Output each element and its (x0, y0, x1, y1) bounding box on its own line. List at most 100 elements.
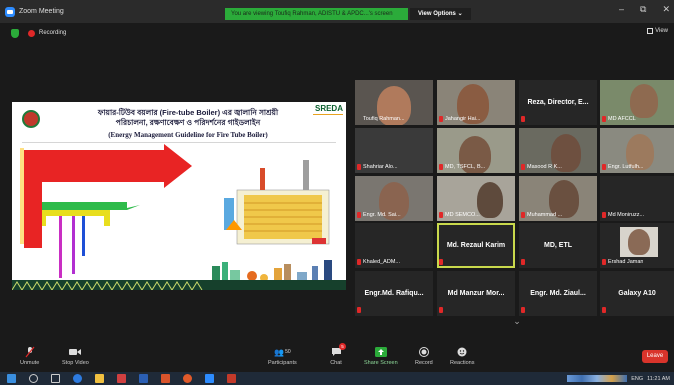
sankey-green-flow (42, 202, 140, 210)
windows-taskbar: ENG 11:21 AM (0, 372, 674, 385)
gallery-grid-icon (647, 28, 654, 34)
participant-tile[interactable]: MD, ETL (519, 223, 597, 268)
active-speaker-tile[interactable]: Md. Rezaul Karim (437, 223, 515, 268)
participant-name: MD, TSFCL, B... (445, 164, 486, 170)
edge-browser-icon[interactable] (73, 374, 82, 383)
muted-mic-icon (521, 116, 525, 122)
smiley-icon (455, 346, 469, 358)
participant-tile[interactable]: Md Moniruzz... (600, 176, 674, 221)
taskbar-app-icon[interactable] (227, 374, 236, 383)
participant-tile[interactable]: Engr. Md. Ziaul... (519, 271, 597, 316)
minimize-icon[interactable]: – (619, 4, 624, 15)
participant-name: Engr. Lutfulh... (608, 164, 644, 170)
participants-icon: 👥 50 (274, 347, 291, 357)
participant-face (628, 229, 650, 255)
muted-mic-icon (602, 164, 606, 170)
pump-icon (312, 238, 326, 244)
participant-name: Md Moniruzz... (608, 212, 645, 218)
participants-button[interactable]: 👥 50 Participants (268, 346, 297, 367)
chevron-down-icon[interactable]: ⌄ (508, 316, 526, 330)
participant-name: Ershad Jaman (608, 259, 644, 265)
participant-tile[interactable]: Khaled_ADM... (355, 223, 433, 268)
muted-mic-icon (521, 212, 525, 218)
powerpoint-icon[interactable] (117, 374, 126, 383)
participant-name: MD AFCCL (608, 116, 636, 122)
participant-video (477, 182, 503, 218)
zoom-app-icon[interactable] (205, 374, 214, 383)
sankey-input-block (24, 202, 42, 248)
sankey-main-flow (24, 144, 192, 202)
reactions-button[interactable]: Reactions (450, 346, 474, 366)
share-screen-button[interactable]: Share Screen (364, 346, 398, 366)
stop-video-button[interactable]: Stop Video (62, 346, 89, 366)
participant-name: Galaxy A10 (618, 290, 656, 297)
muted-mic-icon (357, 164, 361, 170)
slide-footer-pattern (12, 280, 346, 290)
clock[interactable]: 11:21 AM (647, 376, 670, 382)
participants-label: Participants (268, 360, 297, 366)
search-icon[interactable] (29, 374, 38, 383)
word-icon[interactable] (139, 374, 148, 383)
participant-tile[interactable]: Masood R K... (519, 128, 597, 173)
pdf-icon[interactable] (161, 374, 170, 383)
view-button[interactable]: View (647, 28, 668, 34)
chat-bubble-icon: 5 (329, 343, 346, 358)
participant-tile[interactable]: Ershad Jaman (600, 223, 674, 268)
participant-tile[interactable]: Engr. Md. Sai... (355, 176, 433, 221)
muted-mic-icon (602, 259, 606, 265)
participant-tile[interactable]: MD, TSFCL, B... (437, 128, 515, 173)
muted-mic-icon (521, 164, 525, 170)
muted-mic-icon (521, 259, 525, 265)
chat-button[interactable]: 5 Chat (329, 343, 346, 366)
participant-tile[interactable]: Toufiq Rahman... (355, 80, 433, 125)
participant-video (630, 84, 658, 118)
participant-name: Jahangir Hai... (445, 116, 481, 122)
participant-name: Md. Rezaul Karim (446, 242, 506, 249)
participant-tile[interactable]: MD AFCCL (600, 80, 674, 125)
participant-tile[interactable]: Reza, Director, E... (519, 80, 597, 125)
tray-icons[interactable] (567, 375, 628, 382)
participant-tile[interactable]: Shahriar Alo... (355, 128, 433, 173)
participant-tile[interactable]: Jahangir Hai... (437, 80, 515, 125)
muted-mic-icon (602, 212, 606, 218)
zoom-logo-icon (5, 6, 15, 17)
language-indicator[interactable]: ENG (631, 376, 643, 382)
muted-mic-icon (439, 116, 443, 122)
title-bar: Zoom Meeting You are viewing Toufiq Rahm… (0, 0, 674, 23)
sankey-blue-flow (82, 216, 85, 256)
participant-tile[interactable]: Muhammad ... (519, 176, 597, 221)
app-title: Zoom Meeting (5, 6, 64, 17)
participant-name: MD, ETL (544, 242, 572, 249)
reactions-label: Reactions (450, 360, 475, 366)
boiler-pipe (260, 168, 265, 190)
participant-tile[interactable]: Galaxy A10 (600, 271, 674, 316)
recording-label: Recording (39, 30, 67, 36)
participant-tile[interactable]: Engr.Md. Rafiqu... (355, 271, 433, 316)
participant-tile[interactable]: MD SEMCO... (437, 176, 515, 221)
view-options-button[interactable]: View Options ⌄ (410, 8, 471, 20)
view-button-label: View (655, 28, 668, 34)
record-button[interactable]: Record (415, 346, 433, 366)
muted-mic-icon (602, 116, 606, 122)
task-view-icon[interactable] (51, 374, 60, 383)
stop-video-label: Stop Video (62, 360, 89, 366)
chat-label: Chat (330, 360, 342, 366)
muted-mic-icon (357, 212, 361, 218)
muted-mic-icon (357, 307, 361, 313)
participant-name: Masood R K... (527, 164, 562, 170)
participant-tile[interactable]: Md Manzur Mor... (437, 271, 515, 316)
participant-tile[interactable]: Engr. Lutfulh... (600, 128, 674, 173)
participant-name: Md Manzur Mor... (447, 290, 505, 297)
participant-name: Khaled_ADM... (363, 259, 400, 265)
leave-button[interactable]: Leave (642, 350, 668, 363)
shield-icon[interactable] (11, 28, 19, 38)
unmute-button[interactable]: Unmute (20, 346, 39, 366)
file-explorer-icon[interactable] (95, 374, 104, 383)
system-tray: ENG 11:21 AM (567, 372, 670, 385)
chrome-icon[interactable] (183, 374, 192, 383)
window-title: Zoom Meeting (19, 8, 64, 15)
restore-icon[interactable]: ⧉ (640, 4, 646, 15)
close-icon[interactable]: ✕ (662, 4, 670, 15)
muted-mic-icon (439, 307, 443, 313)
windows-start-icon[interactable] (7, 374, 16, 383)
